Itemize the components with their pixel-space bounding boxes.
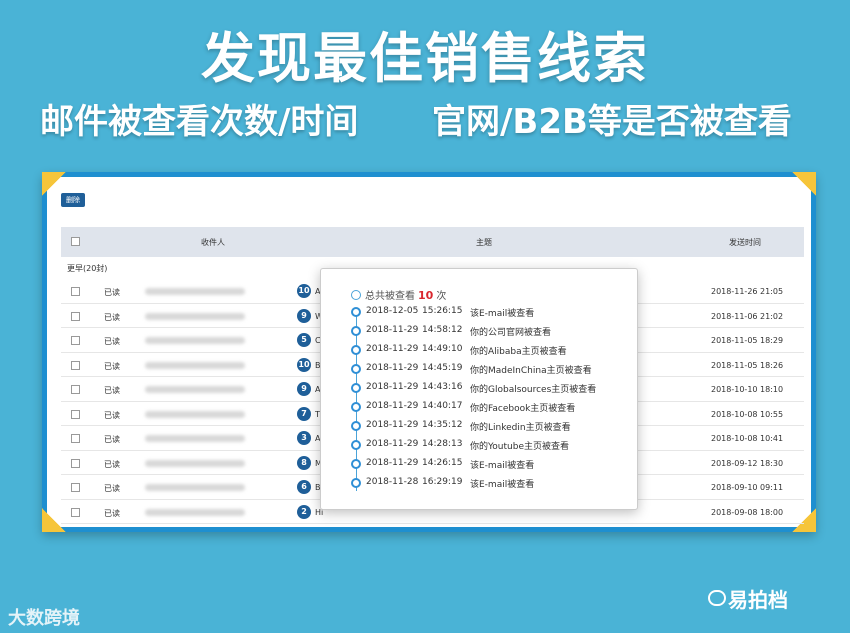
view-count-badge[interactable]: 10: [297, 284, 311, 298]
select-all-checkbox[interactable]: [71, 237, 80, 246]
view-count-badge[interactable]: 2: [297, 504, 311, 519]
recipient-email-blurred: [145, 410, 245, 418]
timeline-dot-icon: [351, 402, 361, 412]
yipaidang-logo: 易拍档: [728, 588, 788, 612]
sent-time: 2018-09-12 18:30: [711, 458, 784, 468]
sent-time: 2018-10-08 10:41: [711, 434, 784, 443]
sent-time: 2018-11-05 18:26: [711, 360, 784, 370]
view-count-badge[interactable]: 8: [297, 455, 311, 470]
row-checkbox[interactable]: [71, 483, 80, 492]
read-status: 已读: [104, 386, 120, 395]
sent-time: 2018-09-08 18:00: [711, 507, 784, 517]
dashu-logo: 大数跨境: [8, 608, 80, 629]
view-count-badge[interactable]: 10: [297, 357, 311, 372]
sent-time: 2018-11-05 18:29: [711, 336, 784, 345]
timeline-dot-icon: [351, 478, 361, 488]
banner-title: 发现最佳销售线索: [201, 27, 649, 90]
row-checkbox[interactable]: [71, 336, 80, 345]
corner-decoration: [792, 172, 816, 196]
recipient-email-blurred: [145, 508, 245, 516]
read-status: 已读: [104, 337, 120, 346]
recipient-email-blurred: [145, 386, 245, 393]
read-status: 已读: [104, 459, 120, 469]
recipient-email-blurred: [145, 312, 245, 320]
view-history-popup: 总共被查看 10 次 2018-12-05 15:26:15 该E-mail被查看 201…: [320, 268, 638, 510]
recipient-email-blurred: [145, 288, 245, 295]
read-status: 已读: [104, 410, 120, 420]
row-checkbox[interactable]: [71, 385, 80, 394]
read-status: 已读: [104, 361, 120, 371]
view-count-badge[interactable]: 7: [297, 406, 311, 421]
delete-button[interactable]: 删除: [61, 193, 85, 207]
wechat-icon: [708, 590, 726, 606]
row-checkbox[interactable]: [71, 311, 80, 321]
read-status: 已读: [104, 484, 120, 493]
sent-time: 2018-10-08 10:55: [711, 409, 784, 419]
read-status: 已读: [104, 312, 120, 322]
popup-total: 总共被查看 10 次: [351, 287, 446, 302]
timeline-dot-icon: [351, 421, 361, 431]
recipient-email-blurred: [145, 435, 245, 442]
header-subject: 主题: [476, 238, 492, 247]
sent-time: 2018-11-06 21:02: [711, 311, 784, 321]
sent-time: 2018-11-26 21:05: [711, 287, 784, 296]
sent-time: 2018-09-10 09:11: [711, 483, 784, 492]
view-count-badge[interactable]: 5: [297, 333, 311, 347]
group-label: 更早(20封): [67, 264, 108, 273]
timeline-dot-icon: [351, 440, 361, 450]
view-count-badge[interactable]: 3: [297, 431, 311, 445]
row-checkbox[interactable]: [71, 507, 80, 517]
banner-subtitle-left: 邮件被查看次数/时间: [40, 102, 359, 142]
row-checkbox[interactable]: [71, 409, 80, 419]
header-sent-time: 发送时间: [729, 238, 761, 247]
read-status: 已读: [104, 508, 120, 518]
recipient-email-blurred: [145, 484, 245, 491]
timeline-dot-icon: [351, 459, 361, 469]
recipient-email-blurred: [145, 459, 245, 467]
recipient-email-blurred: [145, 337, 245, 344]
row-checkbox[interactable]: [71, 287, 80, 296]
view-count-badge[interactable]: 9: [297, 382, 311, 396]
timeline-dot-icon: [351, 345, 361, 355]
timeline-dot-icon: [351, 326, 361, 336]
view-count-badge[interactable]: 6: [297, 480, 311, 494]
row-checkbox[interactable]: [71, 360, 80, 370]
header-recipient: 收件人: [201, 238, 225, 247]
timeline-dot-icon: [351, 383, 361, 393]
read-status: 已读: [104, 435, 120, 444]
table-header: 收件人 主题 发送时间: [61, 227, 804, 257]
banner-subtitle-right: 官网/B2B等是否被查看: [432, 102, 792, 142]
timeline-dot-icon: [351, 364, 361, 374]
recipient-email-blurred: [145, 361, 245, 369]
row-checkbox[interactable]: [71, 458, 80, 468]
view-count-badge[interactable]: 9: [297, 308, 311, 323]
read-status: 已读: [104, 288, 120, 297]
timeline-dot-icon: [351, 307, 361, 317]
clock-icon: [351, 290, 361, 300]
sent-time: 2018-10-10 18:10: [711, 385, 784, 394]
row-checkbox[interactable]: [71, 434, 80, 443]
